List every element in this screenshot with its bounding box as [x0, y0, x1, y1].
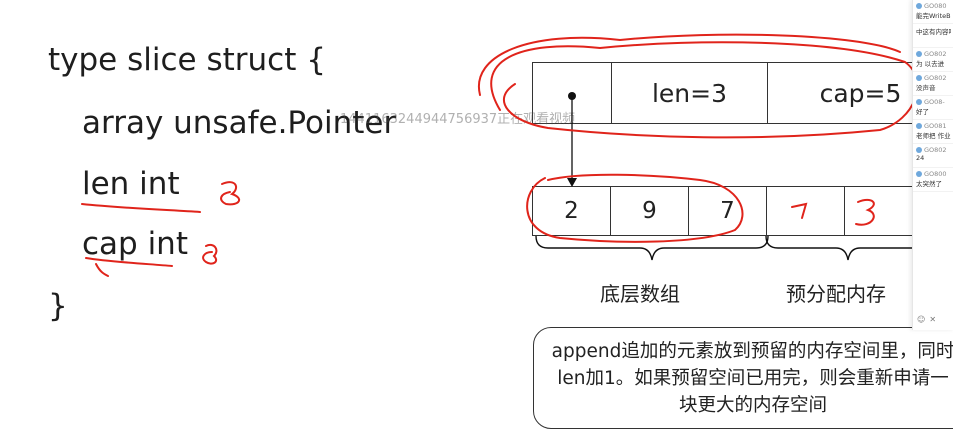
emoji-icon[interactable]: ☺	[917, 315, 925, 324]
underlying-array-label: 底层数组	[600, 282, 680, 306]
chat-message-text: 为 以去进	[916, 60, 945, 68]
array-cell	[767, 187, 845, 235]
append-note-box: append追加的元素放到预留的内存空间里，同时len加1。如果预留空间已用完，…	[533, 327, 953, 429]
chat-message: GO802 24	[913, 144, 953, 168]
code-line-len: len int	[82, 166, 180, 202]
chat-message: GO802 没声音	[913, 72, 953, 96]
brace-prealloc	[765, 235, 931, 261]
prealloc-memory-label: 预分配内存	[786, 282, 886, 306]
header-len-cell: len=3	[612, 63, 768, 123]
code-line-close: }	[48, 288, 68, 324]
slice-header-box: len=3 cap=5	[532, 62, 953, 124]
chat-user-name: GO802	[916, 74, 951, 82]
brace-underlying	[535, 235, 769, 261]
chat-message-text: 24	[916, 154, 925, 162]
ink-mark-cap	[202, 244, 218, 265]
chat-user-name: GO800	[916, 170, 951, 178]
avatar-icon	[916, 123, 922, 129]
chat-message-text: 能完WriteB	[916, 12, 951, 20]
array-cell: 9	[611, 187, 689, 235]
chat-message: GO080 能完WriteB	[913, 0, 953, 24]
avatar-icon	[916, 3, 922, 9]
chat-message: GO081 老师把 作业	[913, 120, 953, 144]
chat-user-name: GO08-	[916, 98, 951, 106]
chat-user-name: GO081	[916, 122, 951, 130]
chat-message-text: 好了	[916, 108, 929, 116]
chat-message: GO08- 好了	[913, 96, 953, 120]
close-icon[interactable]: ✕	[929, 315, 936, 324]
chat-user-name: GO802	[916, 50, 951, 58]
chat-panel[interactable]: GO080 能完WriteB 中这有内容吗 GO802 为 以去进 GO802 …	[912, 0, 953, 330]
chat-user-name: GO802	[916, 146, 951, 154]
chat-message-text: 老师把 作业	[916, 132, 951, 140]
watermark: 1441163244944756937正在观看视频	[340, 112, 576, 127]
ink-underline-len	[81, 203, 201, 213]
array-box: 2 9 7	[532, 186, 953, 236]
chat-message-text: 太突然了	[916, 180, 942, 188]
chat-message: GO802 为 以去进	[913, 48, 953, 72]
avatar-icon	[916, 51, 922, 57]
array-cell: 7	[689, 187, 767, 235]
code-line-struct: type slice struct {	[48, 42, 326, 78]
chat-message-text: 没声音	[916, 84, 936, 92]
avatar-icon	[916, 75, 922, 81]
chat-user-name: GO080	[916, 2, 951, 10]
avatar-icon	[916, 99, 922, 105]
array-cell: 2	[533, 187, 611, 235]
chat-message: GO800 太突然了	[913, 168, 953, 192]
chat-message: 中这有内容吗	[913, 24, 953, 48]
code-line-cap: cap int	[82, 226, 188, 262]
avatar-icon	[916, 147, 922, 153]
ink-mark-len	[220, 181, 241, 206]
chat-message-text: 中这有内容吗	[916, 28, 951, 36]
chat-controls: ☺ ✕	[913, 308, 953, 330]
avatar-icon	[916, 171, 922, 177]
